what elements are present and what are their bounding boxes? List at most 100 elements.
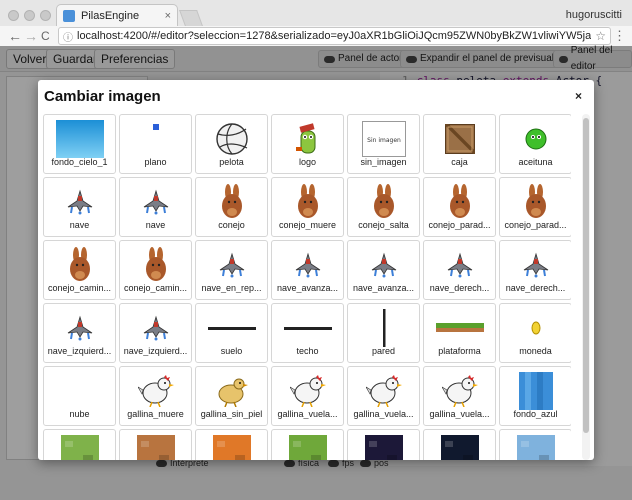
image-tile[interactable]: nave_derech... — [499, 240, 571, 300]
bunny-icon — [56, 246, 104, 284]
image-tile[interactable]: conejo_muere — [271, 177, 344, 237]
image-tile-label: nave_en_rep... — [201, 283, 262, 293]
image-tile[interactable]: plano — [119, 114, 192, 174]
image-tile[interactable]: nave_avanza... — [347, 240, 420, 300]
image-tile-label: gallina_muere — [127, 409, 184, 419]
horizontal-line-icon — [207, 309, 256, 347]
image-tile[interactable]: conejo_camin... — [43, 240, 116, 300]
image-tile[interactable]: conejo — [195, 177, 268, 237]
scrollbar-thumb[interactable] — [583, 118, 589, 433]
close-window-icon[interactable] — [8, 10, 19, 21]
bunny-icon — [284, 183, 332, 221]
image-tile-label: plano — [144, 157, 167, 167]
maximize-window-icon[interactable] — [40, 10, 51, 21]
url-text[interactable]: localhost:4200/#/editor?seleccion=1278&s… — [77, 30, 591, 42]
bookmark-star-icon[interactable]: ☆ — [595, 29, 606, 43]
image-tile-label: conejo_camin... — [47, 283, 112, 293]
image-grid: fondo_cielo_1 plano pelota logo Sin imagen si… — [43, 114, 571, 460]
image-tile-label: nave — [145, 220, 166, 230]
reload-icon[interactable]: C — [41, 28, 50, 44]
image-tile-label: logo — [298, 157, 316, 167]
image-tile-label: fondo_azul — [513, 409, 558, 419]
image-tile-label: suelo — [220, 346, 243, 356]
image-tile-label: conejo_muere — [278, 220, 337, 230]
night-texture-icon — [436, 435, 484, 460]
image-tile-label: sin_imagen — [360, 157, 407, 167]
image-tile[interactable]: nave_izquierd... — [43, 303, 116, 363]
chicken-icon — [132, 372, 180, 410]
image-tile[interactable]: moneda — [499, 303, 571, 363]
profile-name[interactable]: hugoruscitti — [566, 9, 622, 21]
logo-character-icon — [284, 120, 332, 158]
image-tile[interactable]: conejo_salta — [347, 177, 420, 237]
image-tile[interactable] — [119, 429, 192, 460]
image-tile-label: caja — [451, 157, 468, 167]
image-tile-label: moneda — [519, 346, 552, 356]
image-tile[interactable]: nube — [43, 366, 116, 426]
image-tile[interactable]: gallina_sin_piel — [195, 366, 268, 426]
image-tile[interactable]: gallina_vuela... — [423, 366, 496, 426]
image-tile[interactable]: fondo_cielo_1 — [43, 114, 116, 174]
image-tile[interactable] — [195, 429, 268, 460]
minimize-window-icon[interactable] — [24, 10, 35, 21]
image-tile[interactable]: techo — [271, 303, 344, 363]
address-bar[interactable]: ⓘ localhost:4200/#/editor?seleccion=1278… — [58, 27, 611, 45]
image-tile-label: conejo_parad... — [428, 220, 491, 230]
image-grid-viewport[interactable]: fondo_cielo_1 plano pelota logo Sin imagen si… — [43, 114, 571, 460]
image-tile[interactable] — [423, 429, 496, 460]
image-tile[interactable]: logo — [271, 114, 344, 174]
spaceship-icon — [208, 246, 256, 284]
image-tile-label: gallina_vuela... — [277, 409, 338, 419]
image-tile[interactable]: fondo_azul — [499, 366, 571, 426]
image-tile[interactable] — [499, 429, 571, 460]
close-icon[interactable]: × — [575, 89, 582, 103]
browser-menu-icon[interactable]: ⋮ — [613, 28, 626, 44]
image-tile[interactable]: conejo_camin... — [119, 240, 192, 300]
image-tile[interactable]: nave — [119, 177, 192, 237]
image-tile[interactable]: nave_avanza... — [271, 240, 344, 300]
image-tile[interactable]: pelota — [195, 114, 268, 174]
coin-icon — [512, 309, 560, 347]
image-tile[interactable]: conejo_parad... — [423, 177, 496, 237]
image-tile-label: aceituna — [518, 157, 553, 167]
image-tile[interactable]: nave_izquierd... — [119, 303, 192, 363]
image-tile-label: techo — [296, 346, 319, 356]
tab-close-icon[interactable]: × — [165, 10, 171, 22]
horizontal-line-icon — [283, 309, 332, 347]
image-tile[interactable]: nave — [43, 177, 116, 237]
back-icon[interactable]: ← — [8, 28, 22, 44]
browser-chrome: PilasEngine × hugoruscitti ← → C ⓘ local… — [0, 0, 632, 46]
image-tile[interactable]: aceituna — [499, 114, 571, 174]
image-tile[interactable]: nave_en_rep... — [195, 240, 268, 300]
image-tile-label: conejo_parad... — [504, 220, 567, 230]
image-tile-label: pelota — [219, 157, 244, 167]
image-tile[interactable] — [43, 429, 116, 460]
image-tile[interactable]: gallina_muere — [119, 366, 192, 426]
image-tile[interactable]: caja — [423, 114, 496, 174]
image-tile[interactable]: pared — [347, 303, 420, 363]
image-tile[interactable]: suelo — [195, 303, 268, 363]
new-tab-button[interactable] — [179, 10, 203, 26]
browser-tab[interactable]: PilasEngine × — [56, 4, 178, 26]
spaceship-icon — [512, 246, 560, 284]
blue-panels-icon — [512, 372, 560, 410]
forward-icon[interactable]: → — [24, 28, 38, 44]
chicken-icon — [360, 372, 408, 410]
plucked-chicken-icon — [208, 372, 256, 410]
spaceship-icon — [436, 246, 484, 284]
image-tile[interactable]: Sin imagen sin_imagen — [347, 114, 420, 174]
image-tile[interactable]: plataforma — [423, 303, 496, 363]
change-image-dialog: Cambiar imagen × fondo_cielo_1 plano pelot… — [38, 80, 594, 460]
image-tile-label: nave_izquierd... — [47, 346, 112, 356]
image-tile[interactable]: nave_derech... — [423, 240, 496, 300]
image-tile[interactable]: gallina_vuela... — [271, 366, 344, 426]
image-tile[interactable]: conejo_parad... — [499, 177, 571, 237]
image-tile[interactable] — [347, 429, 420, 460]
image-tile[interactable]: gallina_vuela... — [347, 366, 420, 426]
site-info-icon[interactable]: ⓘ — [63, 29, 73, 44]
image-tile-label: nube — [69, 409, 90, 419]
image-tile[interactable] — [271, 429, 344, 460]
green-face-icon — [512, 120, 560, 158]
image-tile-label: nave_avanza... — [352, 283, 415, 293]
dialog-scrollbar[interactable] — [582, 114, 590, 460]
